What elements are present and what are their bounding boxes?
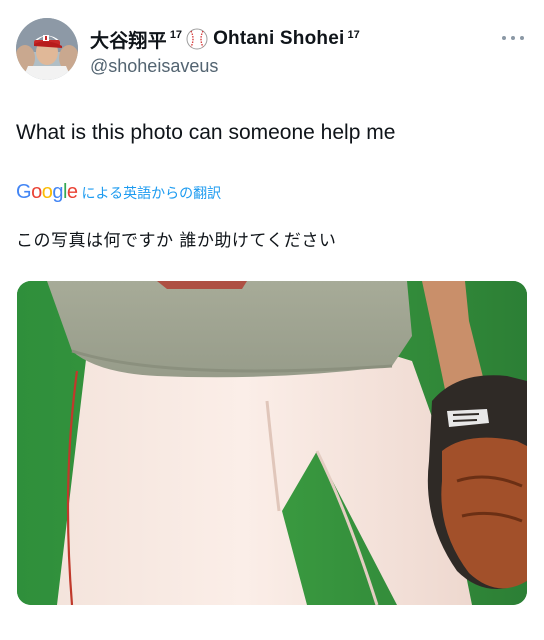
tweet-header: 大谷翔平 17 Ohtani Shohei 17 @shoheisaveus	[16, 18, 528, 82]
display-name-english: Ohtani Shohei	[213, 28, 345, 49]
tweet-text: What is this photo can someone help me	[16, 121, 396, 144]
translated-text: この写真は何ですか 誰か助けてください	[16, 231, 337, 251]
tweet-photo[interactable]	[17, 281, 527, 605]
avatar[interactable]	[16, 18, 78, 80]
display-name-row[interactable]: 大谷翔平 17 Ohtani Shohei 17	[90, 26, 488, 52]
more-options-icon[interactable]	[500, 30, 528, 46]
translation-label: による英語からの翻訳	[81, 186, 222, 202]
display-name: 大谷翔平	[90, 30, 167, 52]
translation-attribution[interactable]: Google による英語からの翻訳	[16, 181, 221, 204]
google-logo: Google	[16, 181, 78, 203]
author-handle[interactable]: @shoheisaveus	[90, 56, 488, 77]
author-names: 大谷翔平 17 Ohtani Shohei 17 @shoheisaveus	[90, 26, 488, 77]
display-name-english-superscript: 17	[347, 29, 360, 41]
baseball-icon	[185, 27, 209, 51]
display-name-superscript: 17	[169, 29, 183, 41]
